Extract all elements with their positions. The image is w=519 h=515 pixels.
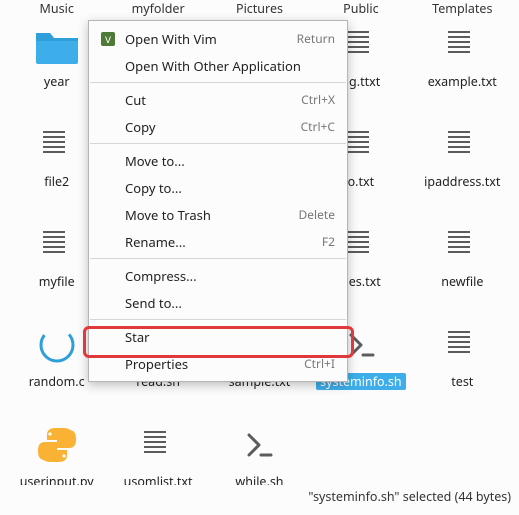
menu-item-accelerator: Return bbox=[297, 30, 335, 47]
folder-icon bbox=[33, 21, 81, 69]
menu-item-cut[interactable]: CutCtrl+X bbox=[89, 86, 347, 113]
file-label: random.c bbox=[25, 373, 89, 390]
file-label: newfile bbox=[437, 273, 487, 290]
menu-item-label: Compress... bbox=[125, 267, 335, 285]
menu-item-send-to[interactable]: Send to... bbox=[89, 289, 347, 316]
svg-text:V: V bbox=[105, 36, 111, 47]
top-folder-label[interactable]: Templates bbox=[412, 0, 513, 19]
menu-item-label: Send to... bbox=[125, 294, 335, 312]
menu-item-properties[interactable]: PropertiesCtrl+I bbox=[89, 350, 347, 377]
menu-item-move-to[interactable]: Move to... bbox=[89, 147, 347, 174]
file-label: file2 bbox=[40, 173, 73, 190]
file-label: myfile bbox=[35, 273, 79, 290]
top-folder-label[interactable]: myfolder bbox=[107, 0, 208, 19]
blank-icon bbox=[99, 179, 117, 197]
shell-icon bbox=[235, 421, 283, 469]
text-icon bbox=[438, 321, 486, 369]
menu-item-accelerator: Delete bbox=[299, 206, 336, 223]
menu-item-label: Move to... bbox=[125, 152, 335, 170]
menu-item-accelerator: Ctrl+X bbox=[301, 91, 335, 108]
menu-item-label: Open With Other Application bbox=[125, 57, 335, 75]
blank-icon bbox=[99, 355, 117, 373]
menu-item-accelerator: F2 bbox=[322, 233, 335, 250]
status-bar: "systeminfo.sh" selected (44 bytes) bbox=[0, 485, 519, 507]
menu-separator bbox=[90, 258, 346, 259]
vim-icon: V bbox=[99, 30, 117, 48]
file-label: example.txt bbox=[424, 73, 501, 90]
blank-icon bbox=[99, 267, 117, 285]
menu-item-accelerator: Ctrl+I bbox=[304, 355, 335, 372]
text-icon bbox=[438, 121, 486, 169]
file-label: year bbox=[40, 73, 74, 90]
menu-separator bbox=[90, 82, 346, 83]
menu-item-copy-to[interactable]: Copy to... bbox=[89, 174, 347, 201]
menu-separator bbox=[90, 319, 346, 320]
menu-item-open-with-other-application[interactable]: Open With Other Application bbox=[89, 52, 347, 79]
text-icon bbox=[33, 121, 81, 169]
menu-item-move-to-trash[interactable]: Move to TrashDelete bbox=[89, 201, 347, 228]
blank-icon bbox=[99, 328, 117, 346]
text-icon bbox=[438, 21, 486, 69]
menu-item-label: Copy bbox=[125, 118, 301, 136]
top-folder-label[interactable]: Pictures bbox=[209, 0, 310, 19]
top-folder-label[interactable]: Music bbox=[6, 0, 107, 19]
blank-icon bbox=[99, 206, 117, 224]
csrc-icon bbox=[33, 321, 81, 369]
file-item[interactable]: test bbox=[412, 319, 513, 411]
menu-item-label: Rename... bbox=[125, 233, 322, 251]
file-item[interactable]: ipaddress.txt bbox=[412, 119, 513, 211]
menu-separator bbox=[90, 143, 346, 144]
menu-item-label: Open With Vim bbox=[125, 30, 297, 48]
blank-icon bbox=[99, 233, 117, 251]
context-menu: V Open With VimReturn Open With Other Appl… bbox=[88, 20, 348, 382]
blank-icon bbox=[99, 57, 117, 75]
python-icon bbox=[33, 421, 81, 469]
file-item[interactable]: example.txt bbox=[412, 19, 513, 111]
menu-item-label: Properties bbox=[125, 355, 304, 373]
menu-item-label: Copy to... bbox=[125, 179, 335, 197]
blank-icon bbox=[99, 118, 117, 136]
menu-item-open-with-vim[interactable]: V Open With VimReturn bbox=[89, 25, 347, 52]
menu-item-label: Move to Trash bbox=[125, 206, 299, 224]
text-icon bbox=[134, 421, 182, 469]
menu-item-rename[interactable]: Rename...F2 bbox=[89, 228, 347, 255]
menu-item-accelerator: Ctrl+C bbox=[301, 118, 335, 135]
blank-icon bbox=[99, 152, 117, 170]
menu-item-star[interactable]: Star bbox=[89, 323, 347, 350]
menu-item-label: Star bbox=[125, 328, 335, 346]
blank-icon bbox=[99, 294, 117, 312]
top-folder-label[interactable]: Public bbox=[310, 0, 411, 19]
file-item[interactable]: newfile bbox=[412, 219, 513, 311]
file-label: test bbox=[447, 373, 477, 390]
text-icon bbox=[33, 221, 81, 269]
menu-item-label: Cut bbox=[125, 91, 301, 109]
file-label: o.txt bbox=[344, 173, 379, 190]
file-label: ipaddress.txt bbox=[420, 173, 504, 190]
status-text: "systeminfo.sh" selected (44 bytes) bbox=[308, 488, 511, 505]
menu-item-copy[interactable]: CopyCtrl+C bbox=[89, 113, 347, 140]
text-icon bbox=[438, 221, 486, 269]
blank-icon bbox=[99, 91, 117, 109]
menu-item-compress[interactable]: Compress... bbox=[89, 262, 347, 289]
